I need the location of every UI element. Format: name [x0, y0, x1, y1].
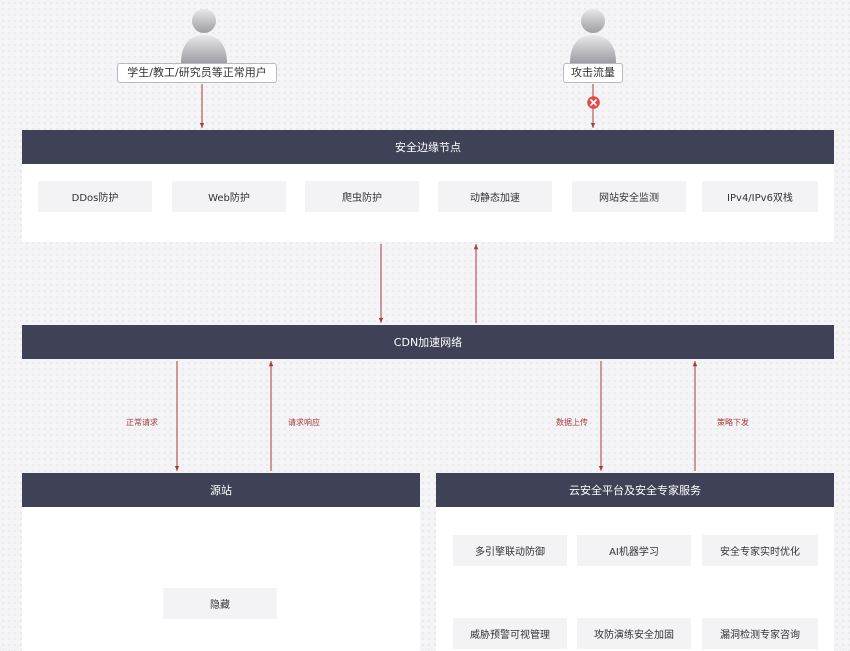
flow-label-normal-request: 正常请求	[126, 418, 158, 427]
edge-node-panel: DDos防护 Web防护 爬虫防护 动静态加速 网站安全监测 IPv4/IPv6…	[22, 164, 834, 242]
edge-node-header: 安全边缘节点	[22, 130, 834, 164]
cloud-feature-multi-engine: 多引擎联动防御	[453, 535, 567, 566]
edge-feature-monitoring: 网站安全监测	[572, 181, 686, 212]
flow-label-policy: 策略下发	[717, 418, 749, 427]
flow-label-data-upload: 数据上传	[556, 418, 588, 427]
user-person-icon	[181, 9, 227, 63]
origin-site-panel: 隐藏	[22, 507, 420, 651]
edge-feature-ddos: DDos防护	[38, 181, 152, 212]
cloud-platform-header: 云安全平台及安全专家服务	[436, 473, 834, 507]
normal-users-label: 学生/教工/研究员等正常用户	[117, 63, 277, 83]
block-icon	[587, 96, 600, 109]
edge-feature-web: Web防护	[172, 181, 286, 212]
origin-site-header: 源站	[22, 473, 420, 507]
flow-label-response: 请求响应	[288, 418, 320, 427]
cloud-feature-expert-optimize: 安全专家实时优化	[702, 535, 818, 566]
cloud-feature-vuln-consulting: 漏洞检测专家咨询	[702, 618, 818, 649]
edge-feature-acceleration: 动静态加速	[438, 181, 552, 212]
cloud-platform-panel: 多引擎联动防御 AI机器学习 安全专家实时优化 威胁预警可视管理 攻防演练安全加…	[436, 507, 834, 651]
edge-feature-dual-stack: IPv4/IPv6双栈	[702, 181, 818, 212]
cloud-feature-threat-warning: 威胁预警可视管理	[453, 618, 567, 649]
cloud-feature-ai: AI机器学习	[577, 535, 691, 566]
edge-feature-crawler: 爬虫防护	[305, 181, 419, 212]
cloud-feature-drill-hardening: 攻防演练安全加固	[577, 618, 691, 649]
attacker-person-icon	[570, 9, 616, 63]
origin-hidden-chip: 隐藏	[163, 588, 277, 619]
cdn-network-bar: CDN加速网络	[22, 325, 834, 359]
attack-traffic-label: 攻击流量	[563, 63, 623, 83]
